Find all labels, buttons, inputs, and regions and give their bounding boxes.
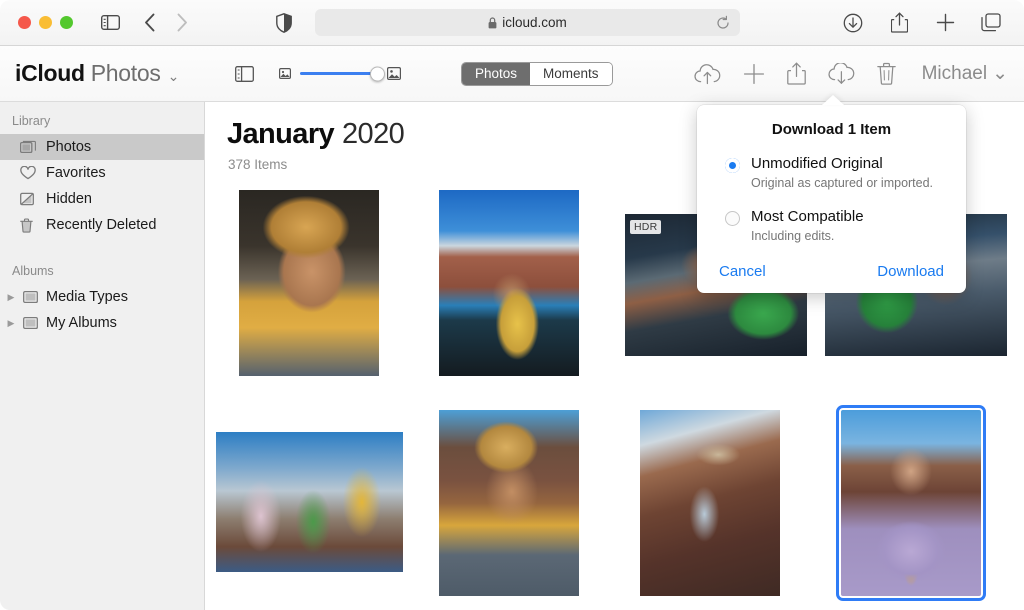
chevron-down-icon: ⌄ — [992, 62, 1008, 85]
address-url: icloud.com — [502, 15, 567, 30]
photo-kids-looking-up[interactable] — [216, 432, 403, 572]
upload-icon[interactable] — [694, 63, 721, 85]
sidebar-item-label: Recently Deleted — [46, 217, 156, 233]
title-year: 2020 — [342, 118, 404, 151]
privacy-shield-icon[interactable] — [271, 10, 297, 36]
cancel-button[interactable]: Cancel — [719, 263, 766, 280]
sidebar-item-favorites[interactable]: Favorites — [0, 160, 204, 186]
radio-description: Original as captured or imported. — [751, 176, 933, 190]
radio-label: Unmodified Original — [751, 155, 933, 174]
popover-arrow — [822, 95, 844, 105]
download-popover[interactable]: Download 1 Item Unmodified Original Orig… — [697, 105, 966, 293]
brand-icloud-label: iCloud — [15, 60, 85, 87]
sidebar-icon[interactable] — [97, 10, 123, 36]
sidebar-item-recently-deleted[interactable]: Recently Deleted — [0, 212, 204, 238]
share-icon[interactable] — [787, 62, 806, 85]
chevron-down-icon[interactable]: ⌄ — [168, 68, 179, 85]
browser-toolbar: icloud.com — [0, 0, 1024, 46]
browser-window: icloud.com — [0, 0, 1024, 610]
chevron-right-icon[interactable]: ▶ — [5, 318, 17, 329]
new-tab-icon[interactable] — [932, 10, 958, 36]
share-icon[interactable] — [886, 10, 912, 36]
large-thumbnails-icon — [387, 67, 401, 80]
hdr-badge: HDR — [630, 220, 661, 234]
photo-woman-by-lake[interactable] — [439, 190, 579, 376]
radio-button-unselected[interactable] — [725, 211, 740, 226]
add-icon[interactable] — [743, 63, 765, 85]
account-menu[interactable]: Michael ⌄ — [922, 62, 1008, 85]
heart-icon — [20, 166, 37, 180]
delete-icon[interactable] — [877, 62, 896, 85]
radio-description: Including edits. — [751, 229, 864, 243]
sidebar-item-label: My Albums — [46, 315, 117, 331]
chevron-right-icon[interactable]: ▶ — [5, 292, 17, 303]
sidebar-item-media-types[interactable]: ▶ Media Types — [0, 284, 204, 310]
small-thumbnails-icon — [279, 68, 291, 79]
download-button[interactable]: Download — [877, 263, 944, 280]
minimize-window-button[interactable] — [39, 16, 52, 29]
sidebar-section-library: Library — [0, 110, 204, 134]
photo-boy-portrait[interactable] — [439, 410, 579, 596]
view-mode-segmented-control[interactable]: Photos Moments — [461, 62, 613, 86]
photo-boot-on-rock[interactable] — [640, 410, 780, 596]
folder-icon — [23, 316, 40, 330]
slider-knob[interactable] — [370, 66, 385, 81]
sidebar-section-albums: Albums — [0, 238, 204, 284]
download-icon[interactable] — [828, 63, 855, 85]
zoom-window-button[interactable] — [60, 16, 73, 29]
tab-photos[interactable]: Photos — [462, 63, 530, 85]
radio-option-unmodified-original[interactable]: Unmodified Original Original as captured… — [697, 155, 966, 190]
downloads-icon[interactable] — [840, 10, 866, 36]
photo-woman-portrait[interactable] — [841, 410, 981, 596]
title-month: January — [227, 118, 334, 151]
chevron-right-icon[interactable] — [169, 10, 195, 36]
folder-icon — [23, 290, 40, 304]
photos-icon — [20, 140, 37, 154]
address-bar[interactable]: icloud.com — [315, 9, 740, 36]
sidebar-icon[interactable] — [231, 61, 257, 87]
thumbnail-size-slider[interactable] — [279, 67, 401, 80]
radio-option-most-compatible[interactable]: Most Compatible Including edits. — [697, 208, 966, 243]
window-controls — [18, 16, 73, 29]
sidebar-item-label: Media Types — [46, 289, 128, 305]
sidebar-item-my-albums[interactable]: ▶ My Albums — [0, 310, 204, 336]
sidebar-item-label: Hidden — [46, 191, 92, 207]
radio-label: Most Compatible — [751, 208, 864, 227]
reload-icon[interactable] — [716, 15, 730, 30]
hidden-icon — [20, 192, 37, 206]
toolbar-actions: Michael ⌄ — [694, 62, 1008, 85]
lock-icon — [488, 17, 497, 29]
sidebar-item-label: Photos — [46, 139, 91, 155]
photo-boy-yellow-shirt[interactable] — [239, 190, 379, 376]
sidebar-item-hidden[interactable]: Hidden — [0, 186, 204, 212]
slider-track[interactable] — [300, 72, 378, 75]
sidebar: Library Photos Favorites — [0, 102, 205, 610]
account-name: Michael — [922, 63, 987, 85]
chevron-left-icon[interactable] — [137, 10, 163, 36]
address-text: icloud.com — [488, 15, 567, 30]
brand-app-label: Photos — [91, 60, 161, 87]
tab-moments[interactable]: Moments — [530, 63, 612, 85]
browser-actions — [840, 10, 1004, 36]
tab-overview-icon[interactable] — [978, 10, 1004, 36]
sidebar-item-photos[interactable]: Photos — [0, 134, 204, 160]
popover-actions: Cancel Download — [697, 263, 966, 280]
app-toolbar: iCloud Photos ⌄ — [0, 46, 1024, 102]
app-brand[interactable]: iCloud Photos ⌄ — [15, 60, 179, 87]
sidebar-item-label: Favorites — [46, 165, 106, 181]
trash-icon — [20, 218, 37, 233]
close-window-button[interactable] — [18, 16, 31, 29]
radio-button-selected[interactable] — [725, 158, 740, 173]
popover-title: Download 1 Item — [697, 105, 966, 138]
